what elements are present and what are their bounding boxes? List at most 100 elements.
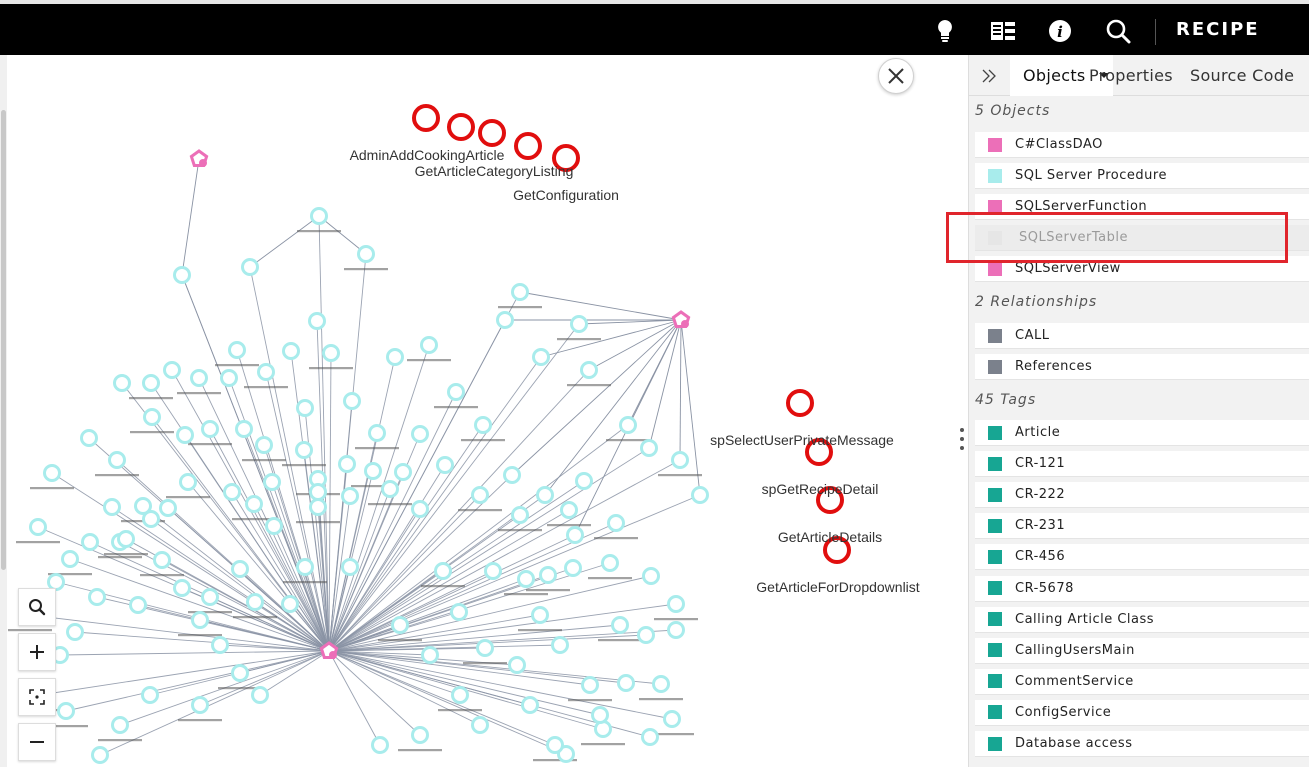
procedure-node[interactable] <box>265 517 283 535</box>
node-caption[interactable] <box>606 439 650 442</box>
procedure-node[interactable] <box>521 696 539 714</box>
procedure-node[interactable] <box>43 464 61 482</box>
procedure-node[interactable] <box>57 702 75 720</box>
node-caption[interactable] <box>407 359 451 362</box>
procedure-node[interactable] <box>309 498 327 516</box>
node-caption[interactable] <box>654 618 698 621</box>
tag-row[interactable]: CR-231 <box>975 513 1309 540</box>
procedure-node[interactable] <box>295 441 313 459</box>
procedure-node[interactable] <box>663 710 681 728</box>
node-caption[interactable] <box>98 739 142 742</box>
procedure-node[interactable] <box>111 716 129 734</box>
objects-row[interactable]: SQL Server Procedure <box>975 163 1309 189</box>
procedure-node[interactable] <box>228 341 246 359</box>
procedure-node[interactable] <box>531 606 549 624</box>
procedure-node[interactable] <box>201 588 219 606</box>
procedure-node[interactable] <box>546 736 564 754</box>
procedure-node[interactable] <box>282 342 300 360</box>
node-caption[interactable] <box>355 447 399 450</box>
procedure-node[interactable] <box>91 746 109 764</box>
procedure-node[interactable] <box>560 501 578 519</box>
node-caption[interactable] <box>296 521 340 524</box>
procedure-node[interactable] <box>611 616 629 634</box>
procedure-node[interactable] <box>257 363 275 381</box>
node-caption[interactable] <box>130 431 174 434</box>
procedure-node[interactable] <box>580 361 598 379</box>
node-caption[interactable] <box>568 699 612 702</box>
node-caption[interactable] <box>215 364 259 367</box>
procedure-node[interactable] <box>141 686 159 704</box>
node-caption[interactable] <box>526 589 570 592</box>
canvas-scrollbar-thumb[interactable] <box>1 110 6 570</box>
tag-row[interactable]: Article <box>975 420 1309 446</box>
procedure-node[interactable] <box>310 207 328 225</box>
node-caption[interactable] <box>297 230 341 233</box>
hub-node-dot[interactable] <box>681 320 689 328</box>
lightbulb-icon[interactable] <box>930 16 960 46</box>
procedure-node[interactable] <box>61 550 79 568</box>
node-caption[interactable] <box>129 397 173 400</box>
node-caption[interactable] <box>434 406 478 409</box>
procedure-node[interactable] <box>159 499 177 517</box>
procedure-node[interactable] <box>619 416 637 434</box>
procedure-node[interactable] <box>255 436 273 454</box>
procedure-node[interactable] <box>594 720 612 738</box>
procedure-node[interactable] <box>142 374 160 392</box>
procedure-node[interactable] <box>235 420 253 438</box>
procedure-node[interactable] <box>220 369 238 387</box>
tag-row[interactable]: CallingUsersMain <box>975 637 1309 664</box>
panel-resize-handle[interactable] <box>958 428 966 450</box>
zoom-in-button[interactable] <box>18 633 56 671</box>
procedure-node[interactable] <box>173 266 191 284</box>
procedure-node[interactable] <box>309 483 327 501</box>
node-caption[interactable] <box>98 556 142 559</box>
node-caption[interactable] <box>458 509 502 512</box>
objects-row[interactable]: C#ClassDAO <box>975 132 1309 158</box>
rel-row[interactable]: CALL <box>975 323 1309 349</box>
procedure-node[interactable] <box>296 558 314 576</box>
procedure-node[interactable] <box>117 530 135 548</box>
node-caption[interactable] <box>594 537 638 540</box>
node-caption[interactable] <box>16 541 60 544</box>
node-caption[interactable] <box>658 474 702 477</box>
tag-row[interactable]: CR-456 <box>975 544 1309 571</box>
procedure-node[interactable] <box>179 473 197 491</box>
procedure-node[interactable] <box>503 466 521 484</box>
procedure-node[interactable] <box>103 498 121 516</box>
procedure-node[interactable] <box>163 361 181 379</box>
canvas-scrollbar[interactable] <box>0 55 7 767</box>
procedure-node[interactable] <box>496 311 514 329</box>
procedure-node[interactable] <box>421 646 439 664</box>
node-caption[interactable] <box>557 338 601 341</box>
node-caption[interactable] <box>233 616 277 619</box>
procedure-node[interactable] <box>113 374 131 392</box>
procedure-node[interactable] <box>173 579 191 597</box>
procedure-node[interactable] <box>322 344 340 362</box>
node-caption[interactable] <box>547 524 591 527</box>
procedure-node[interactable] <box>641 728 659 746</box>
procedure-node[interactable] <box>338 455 356 473</box>
procedure-node[interactable] <box>667 595 685 613</box>
procedure-node[interactable] <box>341 487 359 505</box>
procedure-node[interactable] <box>551 636 569 654</box>
tab-source-code[interactable]: Source Code <box>1190 55 1294 96</box>
procedure-node[interactable] <box>671 451 689 469</box>
node-caption[interactable] <box>498 306 542 309</box>
node-caption[interactable] <box>421 585 465 588</box>
procedure-node[interactable] <box>394 463 412 481</box>
procedure-node[interactable] <box>191 696 209 714</box>
procedure-node[interactable] <box>246 593 264 611</box>
procedure-node[interactable] <box>211 636 229 654</box>
procedure-node[interactable] <box>357 245 375 263</box>
zoom-out-button[interactable] <box>18 723 56 761</box>
procedure-node[interactable] <box>607 514 625 532</box>
node-caption[interactable] <box>498 529 542 532</box>
node-caption[interactable] <box>309 367 353 370</box>
procedure-node[interactable] <box>447 383 465 401</box>
node-caption[interactable] <box>581 743 625 746</box>
procedure-node[interactable] <box>420 336 438 354</box>
tag-row[interactable]: CommentService <box>975 668 1309 695</box>
fit-view-button[interactable] <box>18 678 56 716</box>
node-caption[interactable] <box>178 719 222 722</box>
procedure-node[interactable] <box>231 664 249 682</box>
